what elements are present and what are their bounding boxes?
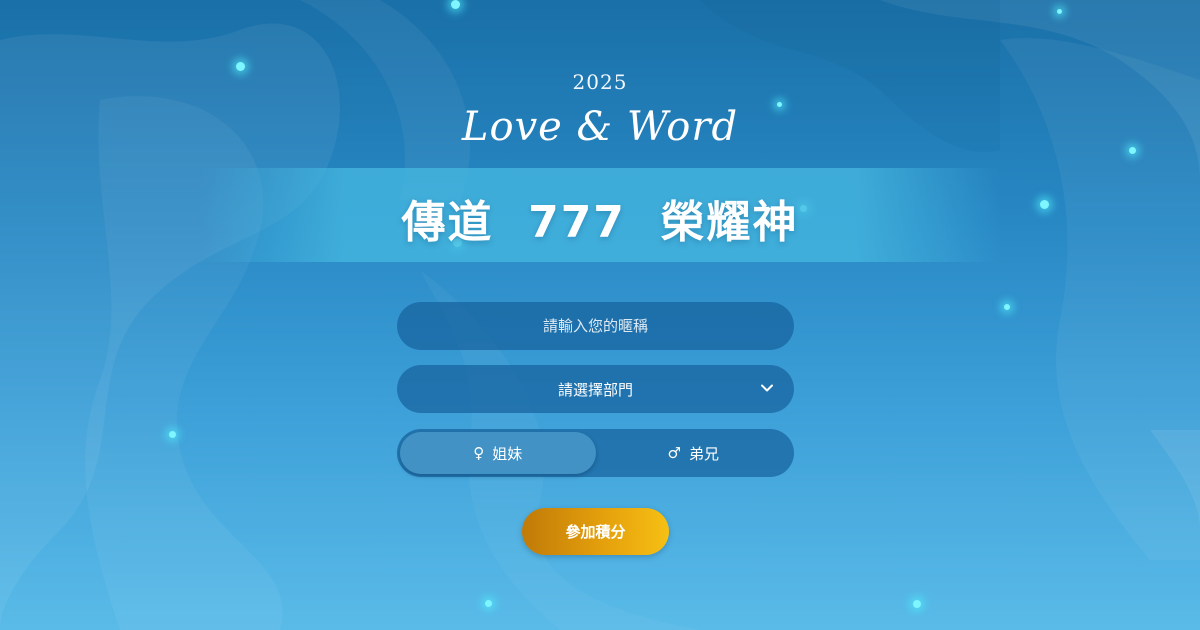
male-icon: ♂ — [667, 444, 681, 462]
department-select-label: 請選擇部門 — [557, 380, 633, 399]
glow-particle — [485, 600, 492, 607]
gender-toggle: ♀ 姐妹 ♂ 弟兄 — [397, 429, 794, 477]
gender-option-brother[interactable]: ♂ 弟兄 — [596, 432, 792, 474]
department-select[interactable]: 請選擇部門 — [397, 365, 794, 413]
gender-option-label: 弟兄 — [688, 444, 719, 463]
glow-particle — [1057, 9, 1062, 14]
join-points-button[interactable]: 參加積分 — [522, 508, 669, 555]
script-title: Love & Word — [461, 104, 739, 150]
gender-option-sister[interactable]: ♀ 姐妹 — [400, 432, 596, 474]
page-title: 傳道 777 榮耀神 — [401, 197, 799, 248]
female-icon: ♀ — [473, 444, 485, 462]
glow-particle — [913, 600, 921, 608]
nickname-input[interactable] — [397, 302, 794, 350]
glow-particle — [169, 431, 176, 438]
chevron-down-icon — [761, 384, 773, 392]
gender-option-label: 姐妹 — [492, 444, 523, 463]
glow-particle — [1004, 304, 1010, 310]
year-label: 2025 — [572, 70, 628, 94]
glow-particle — [451, 0, 460, 9]
